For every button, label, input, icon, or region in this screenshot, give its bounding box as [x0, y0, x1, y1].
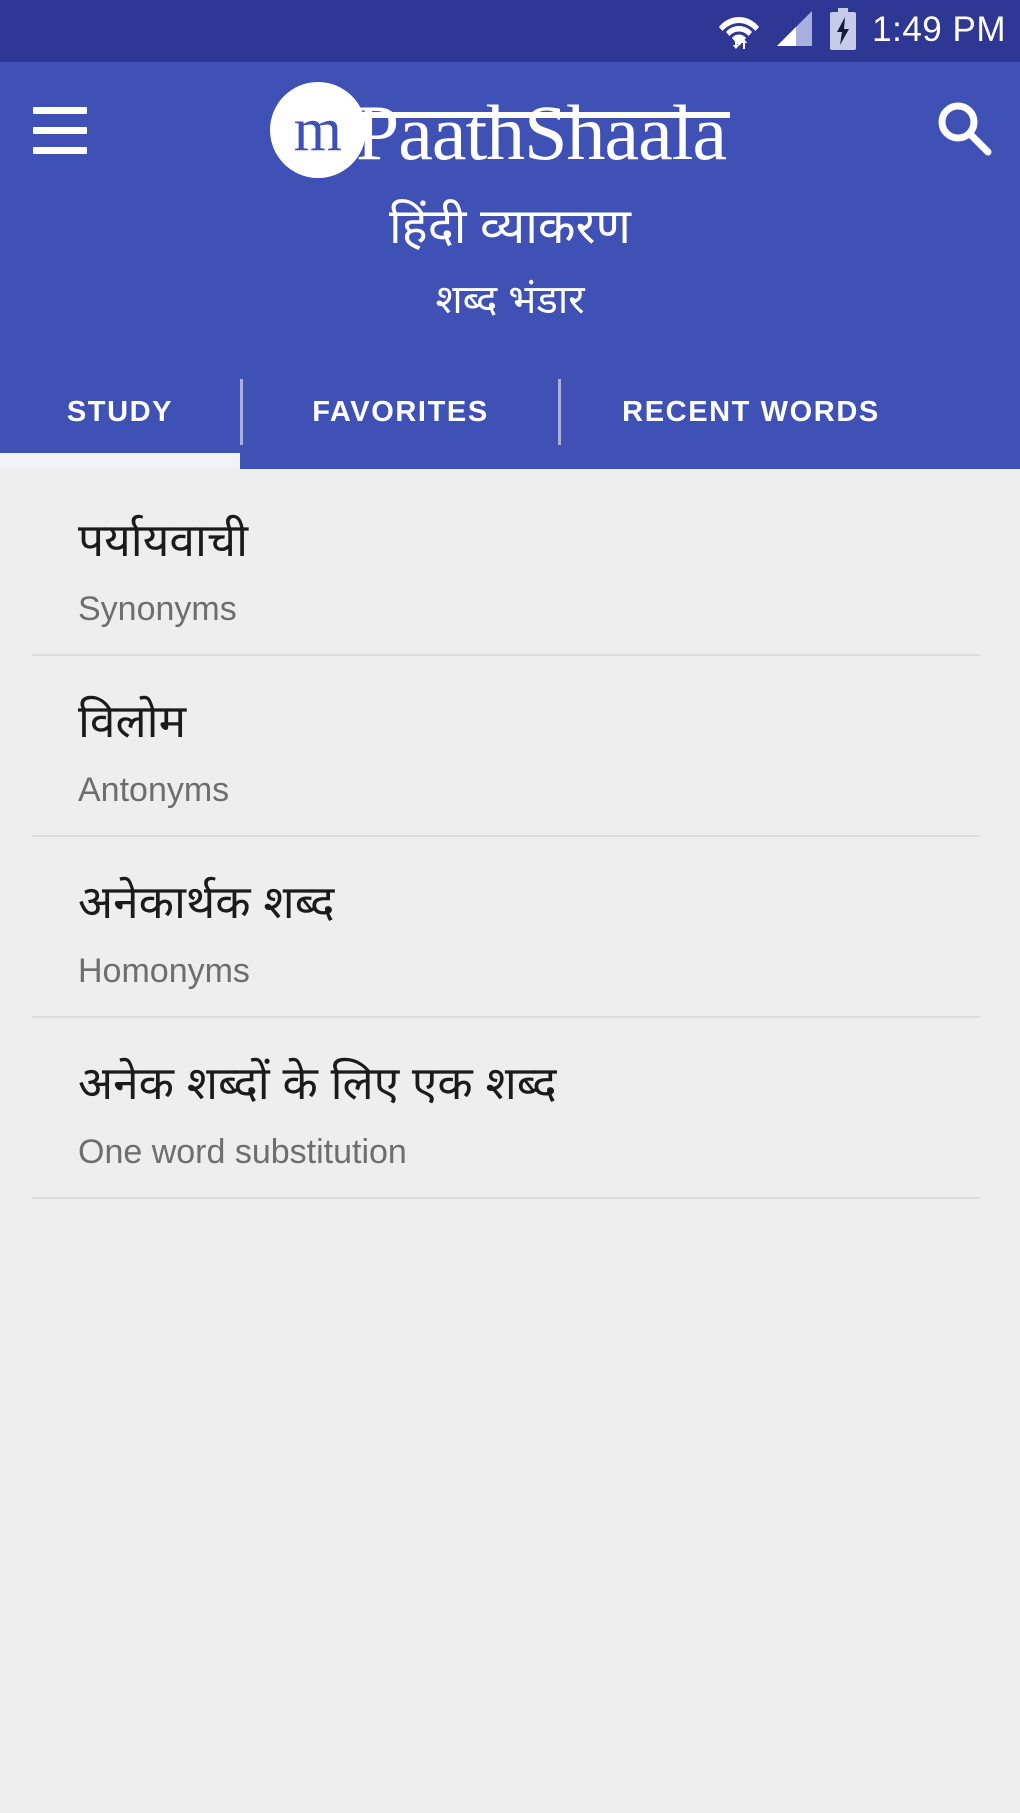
app-bar-top-row: m PaathShaala [0, 68, 1020, 192]
hamburger-bar [33, 126, 87, 134]
list-item[interactable]: अनेक शब्दों के लिए एक शब्द One word subs… [0, 1018, 1020, 1198]
list-item-title: अनेक शब्दों के लिए एक शब्द [78, 1057, 557, 1110]
tab-label: RECENT WORDS [622, 395, 880, 428]
battery-charging-icon [828, 7, 858, 55]
cellular-signal-icon [774, 10, 814, 53]
wifi-icon [718, 9, 760, 54]
active-tab-indicator [0, 453, 240, 470]
list-item-title: पर्यायवाची [78, 514, 249, 567]
brand-wordmark-text: PaathShaala [355, 89, 727, 176]
list-item-subtitle: Antonyms [78, 770, 230, 809]
list-divider [32, 1197, 980, 1200]
app-bar: m PaathShaala हिंदी व्याकरण शब्द भंडार S… [0, 62, 1020, 470]
search-button[interactable] [908, 68, 1020, 192]
tab-favorites[interactable]: FAVORITES [243, 355, 558, 469]
brand-badge-m: m [269, 82, 366, 178]
list-item-title: विलोम [78, 695, 187, 748]
status-bar-time: 1:49 PM [872, 10, 1006, 49]
list-item[interactable]: विलोम Antonyms [0, 656, 1020, 836]
page-title: हिंदी व्याकरण [388, 200, 631, 254]
app-root: 1:49 PM m PaathShaala हिंदी व्याकरण शब्द… [0, 0, 1020, 1813]
list-item-title: अनेकार्थक शब्द [78, 876, 335, 929]
tab-label: STUDY [66, 395, 174, 428]
tab-bar: STUDY FAVORITES RECENT WORDS [0, 355, 1020, 470]
study-topic-list: पर्यायवाची Synonyms विलोम Antonyms अनेका… [0, 469, 1020, 1200]
hamburger-bar [33, 106, 87, 114]
brand-wordmark: PaathShaala [349, 88, 731, 172]
list-item-subtitle: Homonyms [78, 951, 250, 990]
page-subtitle: शब्द भंडार [435, 278, 585, 323]
hamburger-bar [33, 146, 87, 154]
list-item[interactable]: अनेकार्थक शब्द Homonyms [0, 837, 1020, 1017]
list-item-subtitle: One word substitution [78, 1132, 407, 1171]
search-icon [933, 97, 995, 164]
tab-study[interactable]: STUDY [0, 355, 240, 469]
tab-label: FAVORITES [312, 395, 489, 428]
status-bar: 1:49 PM [0, 0, 1020, 62]
tab-recent-words[interactable]: RECENT WORDS [561, 355, 941, 469]
app-logo: m PaathShaala [88, 68, 908, 192]
list-item-subtitle: Synonyms [78, 589, 237, 628]
list-item[interactable]: पर्यायवाची Synonyms [0, 475, 1020, 655]
